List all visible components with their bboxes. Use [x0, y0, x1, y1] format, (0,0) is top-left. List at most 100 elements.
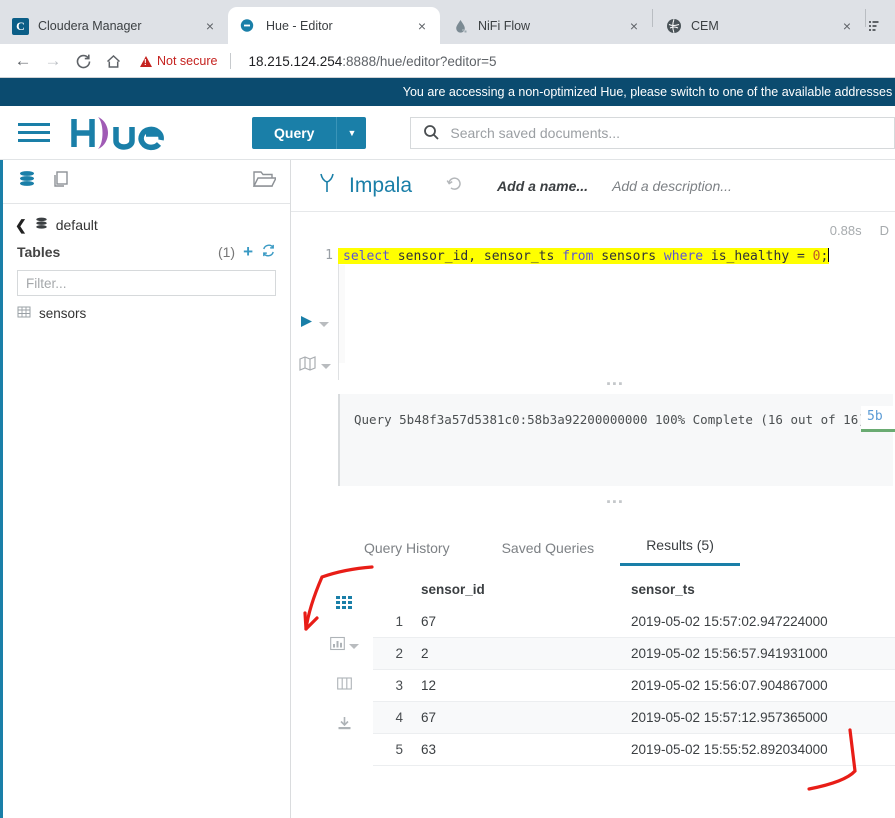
tab-query-history[interactable]: Query History [338, 540, 476, 566]
editor-stats-row: 0.88s D [291, 212, 895, 248]
browser-toolbar: ← → Not secure 18.215.124.254:8888/hue/e… [0, 44, 895, 78]
tables-filter-placeholder: Filter... [26, 275, 67, 291]
editor-action-rail [299, 314, 339, 398]
explain-icon[interactable] [299, 356, 316, 376]
sql-editor-text[interactable]: select sensor_id, sensor_ts from sensors… [338, 248, 830, 264]
table-row[interactable]: 2 2 2019-05-02 15:56:57.941931000 [373, 638, 895, 670]
hue-logo[interactable] [68, 113, 186, 153]
resize-handle-bottom[interactable]: ▪▪▪ [338, 497, 893, 508]
documents-icon[interactable] [51, 169, 71, 194]
impala-icon [317, 171, 337, 200]
chevron-down-icon[interactable] [348, 643, 359, 649]
omnibox-divider [230, 53, 232, 69]
assist-table-sensors[interactable]: sensors [3, 296, 290, 322]
columns-view-row [336, 676, 352, 696]
row-index: 2 [395, 646, 403, 661]
browser-tab-list-button[interactable] [866, 8, 892, 44]
assist-tables-header: Tables (1) + [3, 240, 290, 268]
cell-sensor-ts: 2019-05-02 15:56:57.941931000 [631, 646, 828, 661]
database-icon [34, 216, 49, 234]
close-icon[interactable]: × [412, 16, 432, 36]
address-bar-url: 18.215.124.254:8888/hue/editor?editor=5 [248, 54, 496, 69]
chevron-left-icon[interactable]: ❮ [15, 217, 27, 234]
tab-saved-queries[interactable]: Saved Queries [476, 540, 621, 566]
browser-tabstrip: C Cloudera Manager × Hue - Editor × NiFi… [0, 0, 895, 44]
browser-tab-title: Hue - Editor [266, 18, 333, 33]
open-folder-icon[interactable] [252, 168, 278, 195]
back-icon[interactable]: ← [8, 47, 38, 75]
column-header-sensor-ts[interactable]: sensor_ts [631, 582, 895, 597]
not-secure-badge[interactable]: Not secure [140, 54, 217, 68]
tab-search-icon [866, 18, 883, 35]
history-icon[interactable] [446, 175, 463, 197]
grid-view-icon[interactable] [336, 595, 352, 616]
download-icon[interactable] [337, 716, 352, 736]
query-duration: 0.88s [829, 222, 862, 238]
forward-icon[interactable]: → [38, 47, 68, 75]
text-caret [828, 248, 830, 262]
hue-icon [240, 17, 257, 34]
close-icon[interactable]: × [200, 16, 220, 36]
cell-sensor-ts: 2019-05-02 15:56:07.904867000 [631, 678, 828, 693]
table-row[interactable]: 3 12 2019-05-02 15:56:07.904867000 [373, 670, 895, 702]
run-icon[interactable] [299, 314, 314, 334]
sql-predicate: is_healthy = [703, 249, 813, 264]
refresh-icon[interactable] [261, 243, 276, 261]
browser-tab-nifi-flow[interactable]: NiFi Flow × [440, 8, 652, 44]
close-icon[interactable]: × [624, 16, 644, 36]
browser-tab-hue-editor[interactable]: Hue - Editor × [228, 7, 440, 44]
hamburger-menu-icon[interactable] [0, 123, 68, 142]
search-saved-documents-input[interactable]: Search saved documents... [410, 116, 895, 149]
cell-sensor-id: 67 [421, 710, 437, 725]
sql-editor[interactable]: 1 select sensor_id, sensor_ts from senso… [291, 248, 895, 380]
sql-table: sensors [593, 249, 664, 264]
reload-icon[interactable] [68, 47, 98, 75]
close-icon[interactable]: × [837, 16, 857, 36]
home-icon[interactable] [98, 47, 128, 75]
row-index: 1 [395, 614, 403, 629]
query-id-link[interactable]: 5b [861, 406, 895, 432]
chevron-down-icon[interactable] [321, 363, 331, 369]
table-row[interactable]: 4 67 2019-05-02 15:57:12.957365000 [373, 702, 895, 734]
chevron-down-icon[interactable] [319, 321, 329, 327]
results-table: sensor_id sensor_ts 1 67 2019-05-02 15:5… [373, 572, 895, 766]
query-button[interactable]: Query ▼ [252, 116, 367, 149]
add-icon[interactable]: + [243, 242, 253, 262]
chart-view-icon[interactable] [329, 636, 345, 656]
browser-tab-cloudera-manager[interactable]: C Cloudera Manager × [0, 8, 228, 44]
sql-editor-line-1[interactable]: 1 select sensor_id, sensor_ts from senso… [291, 248, 830, 264]
table-name: sensors [39, 306, 87, 321]
query-status-text: Query 5b48f3a57d5381c0:58b3a92200000000 … [354, 412, 866, 427]
cell-sensor-id: 2 [421, 646, 429, 661]
table-row[interactable]: 1 67 2019-05-02 15:57:02.947224000 [373, 606, 895, 638]
sql-keyword-select: select [343, 249, 390, 264]
address-bar[interactable]: Not secure 18.215.124.254:8888/hue/edito… [128, 47, 887, 75]
browser-tab-cem[interactable]: CEM × [653, 8, 865, 44]
resize-handle-top[interactable]: ▪▪▪ [338, 379, 893, 390]
editor-engine-name[interactable]: Impala [349, 174, 412, 198]
search-icon [424, 125, 440, 140]
editor-active-line-bg [339, 265, 345, 363]
table-row[interactable]: 5 63 2019-05-02 15:55:52.892034000 [373, 734, 895, 766]
sql-keyword-where: where [663, 249, 704, 264]
cell-sensor-ts: 2019-05-02 15:57:12.957365000 [631, 710, 828, 725]
cell-sensor-ts: 2019-05-02 15:57:02.947224000 [631, 614, 828, 629]
hue-navbar: Query ▼ Search saved documents... [0, 106, 895, 160]
column-header-sensor-id[interactable]: sensor_id [417, 582, 631, 597]
tables-filter-input[interactable]: Filter... [17, 270, 276, 296]
query-button-label: Query [274, 124, 315, 141]
sql-columns: sensor_id, sensor_ts [389, 249, 563, 264]
add-description-field[interactable]: Add a description... [612, 178, 732, 194]
assist-database-breadcrumb[interactable]: ❮ default [3, 204, 290, 240]
warning-triangle-icon [140, 55, 152, 67]
browser-window: C Cloudera Manager × Hue - Editor × NiFi… [0, 0, 895, 818]
sql-semicolon: ; [820, 249, 829, 264]
search-placeholder: Search saved documents... [450, 124, 621, 141]
database-sources-icon[interactable] [17, 169, 37, 194]
add-name-field[interactable]: Add a name... [497, 178, 588, 194]
chevron-down-icon[interactable]: ▼ [336, 116, 366, 149]
download-row [337, 716, 352, 736]
editor-pane: Impala Add a name... Add a description..… [291, 160, 895, 818]
columns-view-icon[interactable] [336, 676, 352, 696]
tab-results[interactable]: Results (5) [620, 537, 740, 566]
